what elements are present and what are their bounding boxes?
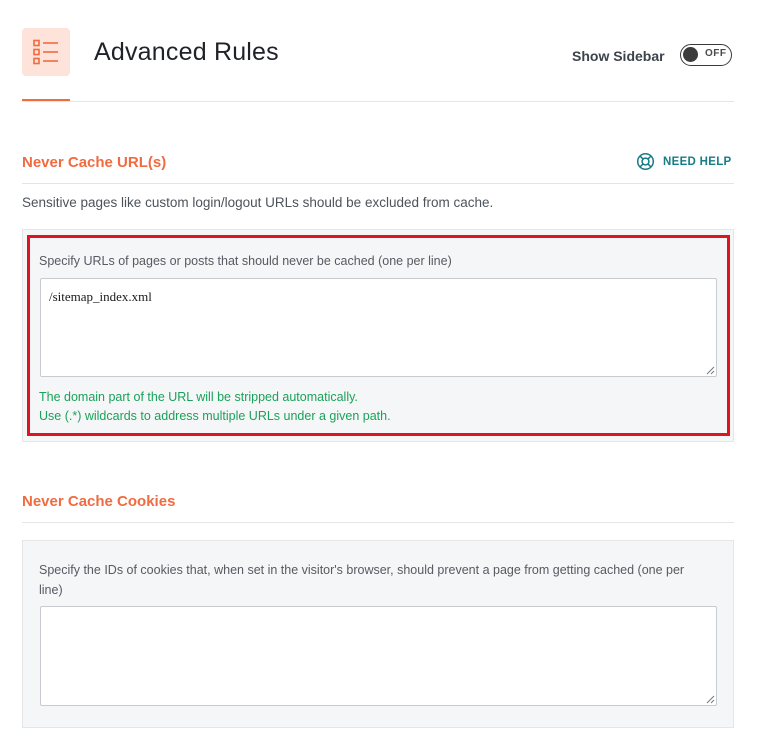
resize-grip-icon[interactable] [705,694,715,704]
checklist-icon [22,28,70,76]
section-divider [22,522,734,523]
header-divider [22,101,734,102]
never-cache-cookies-field-label: Specify the IDs of cookies that, when se… [39,563,685,577]
toggle-knob [683,47,698,62]
never-cache-cookies-panel: Specify the IDs of cookies that, when se… [22,540,734,728]
page-header: Advanced Rules Show Sidebar OFF [22,28,734,102]
highlight-box [27,235,730,436]
never-cache-cookies-title: Never Cache Cookies [22,493,176,510]
never-cache-cookies-field-label-cont: line) [39,583,63,597]
never-cache-urls-description: Sensitive pages like custom login/logout… [22,195,494,210]
need-help-link[interactable]: NEED HELP [636,152,732,171]
page-title: Advanced Rules [94,38,279,66]
toggle-state: OFF [705,48,727,59]
show-sidebar-label: Show Sidebar [572,48,665,64]
never-cache-urls-title: Never Cache URL(s) [22,154,167,171]
never-cache-cookies-textarea[interactable] [40,606,717,706]
show-sidebar-toggle[interactable]: OFF [680,44,732,66]
lifebuoy-icon [636,152,655,171]
section-divider [22,183,734,184]
need-help-label: NEED HELP [663,155,732,168]
